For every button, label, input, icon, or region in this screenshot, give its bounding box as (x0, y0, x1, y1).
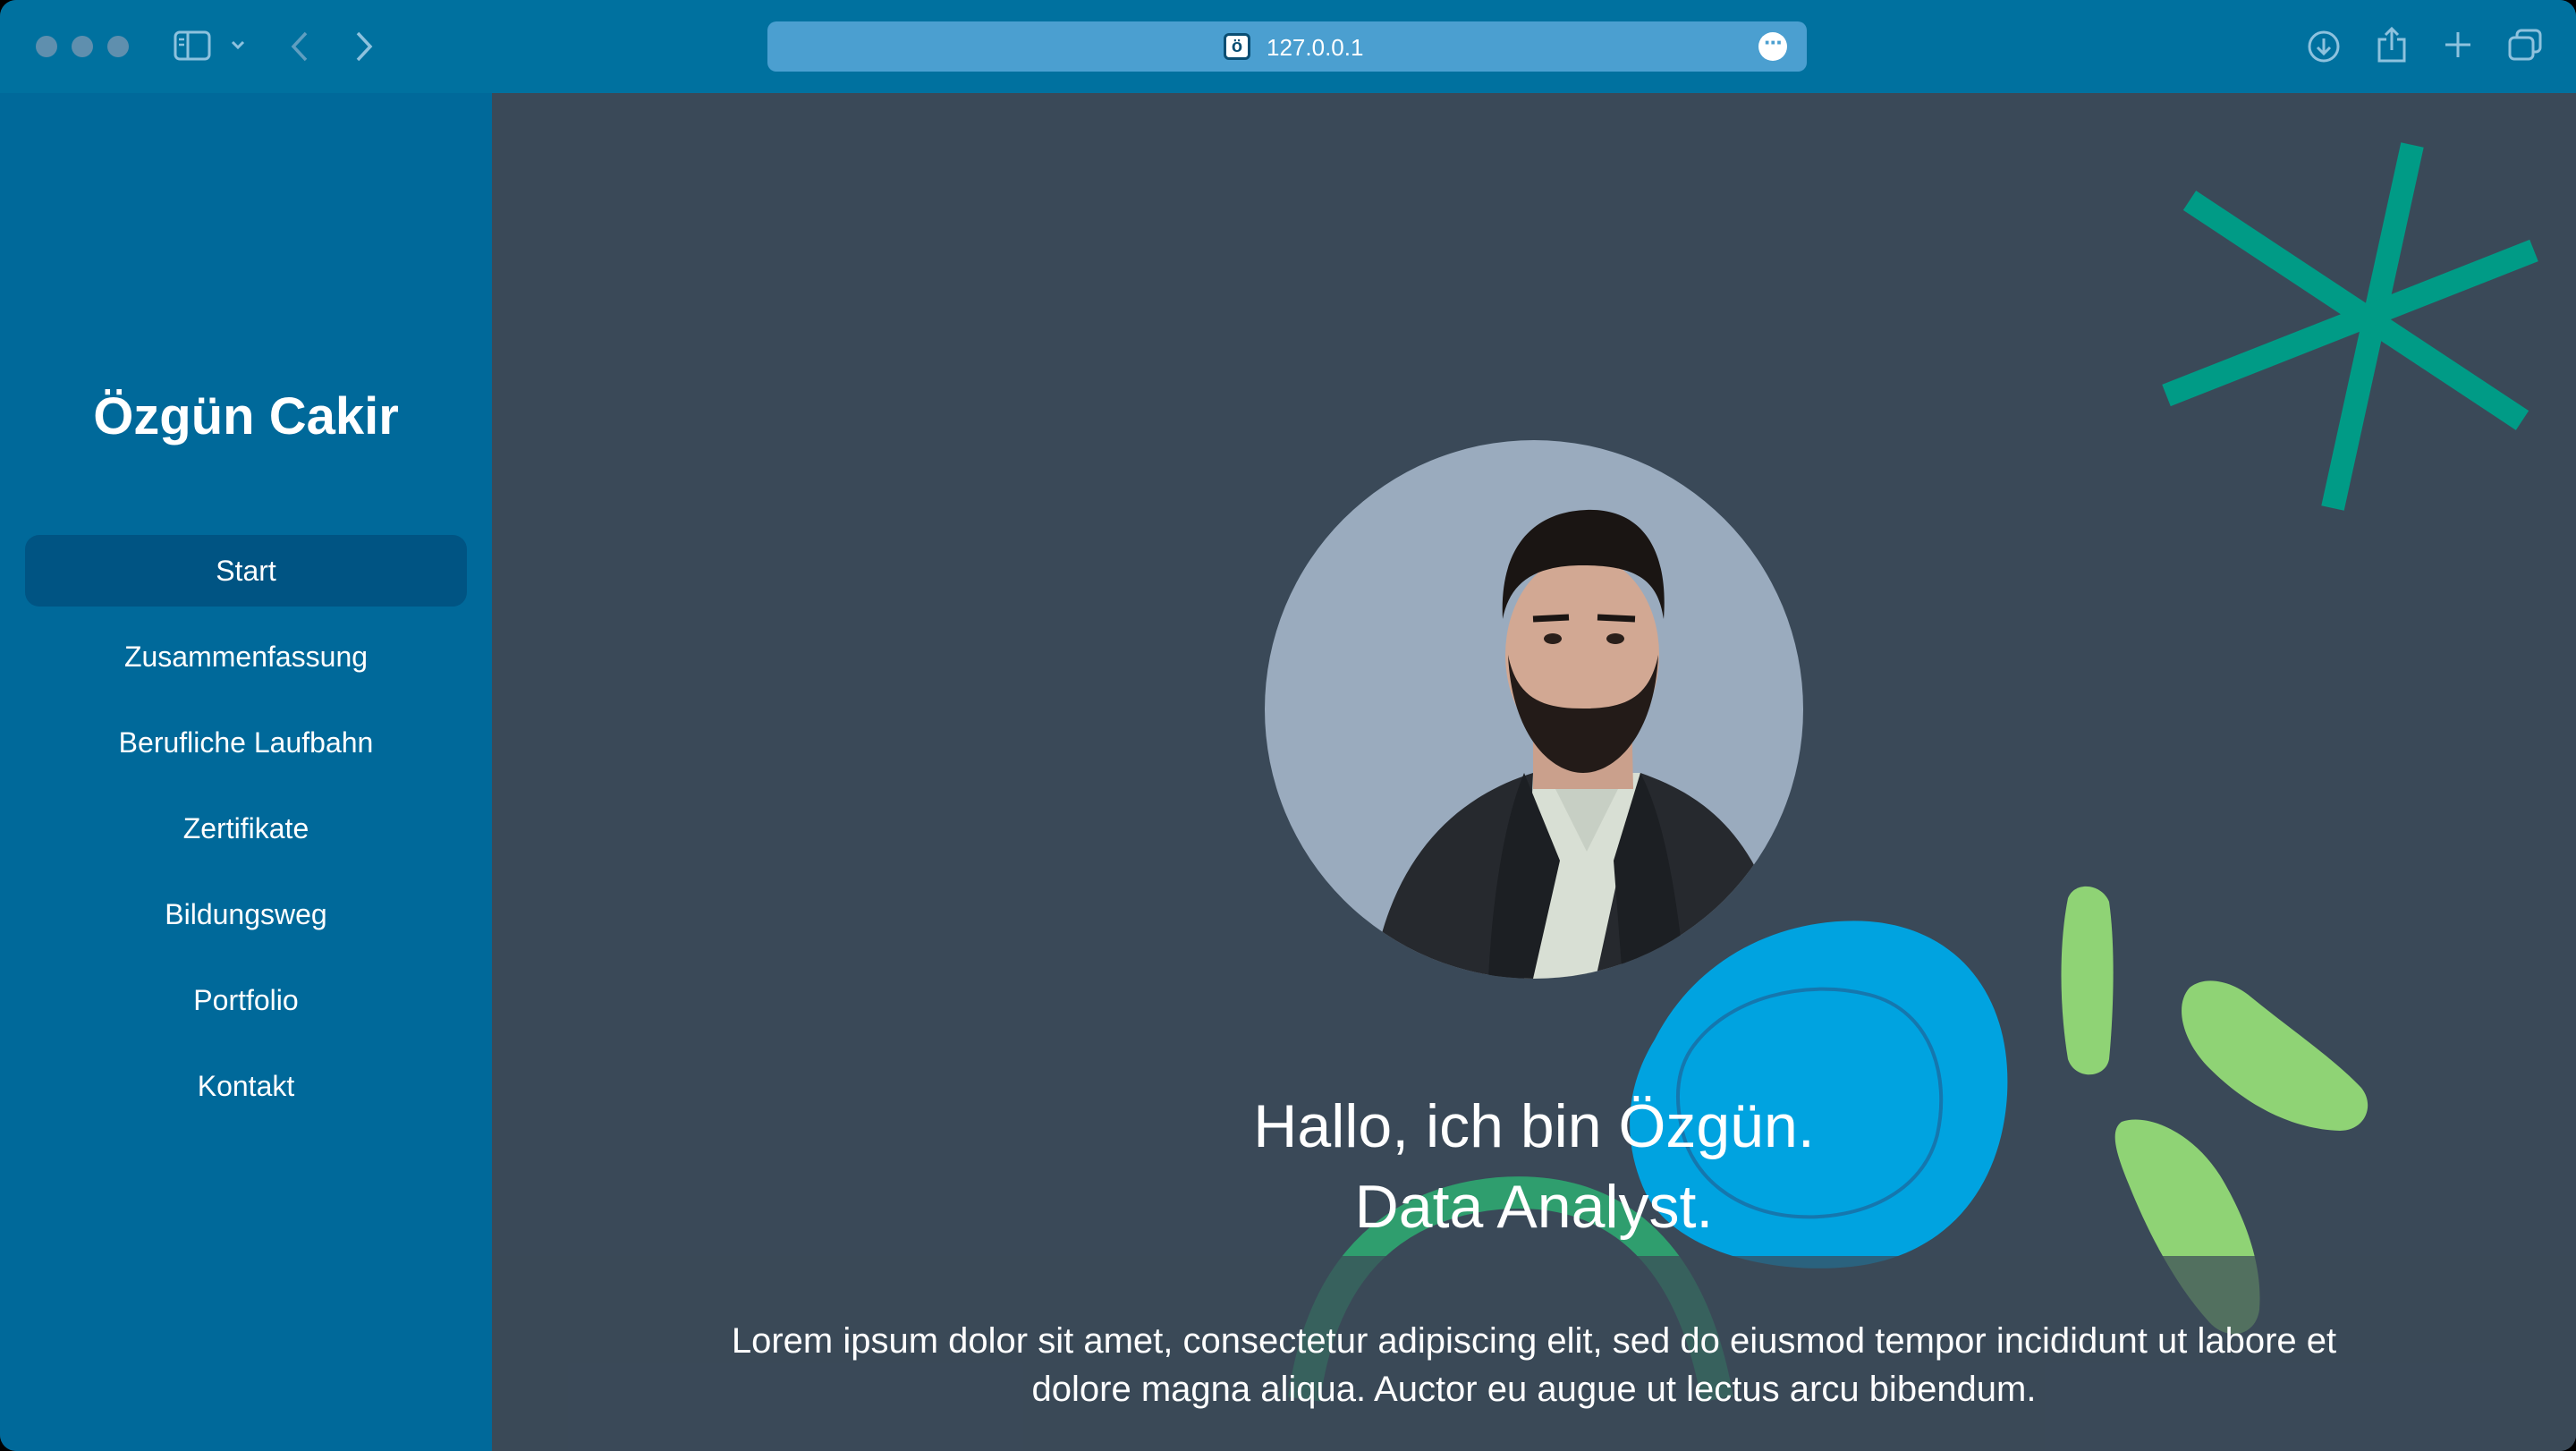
browser-toolbar: ö 127.0.0.1 ··· (0, 0, 2576, 93)
download-icon[interactable] (2306, 29, 2342, 64)
chevron-left-icon[interactable] (290, 30, 309, 63)
close-window-button[interactable] (36, 36, 57, 57)
sidebar-nav: Start Zusammenfassung Berufliche Laufbah… (25, 535, 467, 1136)
nav-item-kontakt[interactable]: Kontakt (25, 1050, 467, 1122)
leaf-shape (2061, 886, 2114, 1075)
nav-item-portfolio[interactable]: Portfolio (25, 964, 467, 1036)
address-bar[interactable]: ö 127.0.0.1 ··· (767, 21, 1807, 72)
url-text[interactable]: 127.0.0.1 (1267, 34, 1363, 61)
zoom-window-button[interactable] (107, 36, 129, 57)
share-icon[interactable] (2376, 25, 2408, 64)
hero-title: Hallo, ich bin Özgün. Data Analyst. (492, 1086, 2576, 1247)
asterisk-shape (2162, 142, 2538, 511)
chevron-down-icon[interactable] (231, 39, 245, 50)
hero-role: Data Analyst. (1354, 1172, 1714, 1241)
profile-photo (1265, 440, 1803, 979)
nav-item-bildungsweg[interactable]: Bildungsweg (25, 878, 467, 950)
hero-greeting: Hallo, ich bin Özgün. (1253, 1091, 1815, 1160)
minimize-window-button[interactable] (72, 36, 93, 57)
hero-section: Hallo, ich bin Özgün. Data Analyst. Lore… (492, 93, 2576, 1451)
more-icon[interactable]: ··· (1758, 30, 1787, 61)
tabs-overview-icon[interactable] (2506, 27, 2544, 63)
nav-item-berufliche-laufbahn[interactable]: Berufliche Laufbahn (25, 707, 467, 778)
nav-item-zusammenfassung[interactable]: Zusammenfassung (25, 621, 467, 692)
site-title[interactable]: Özgün Cakir (0, 381, 492, 453)
person-illustration (1372, 509, 1792, 979)
plus-icon[interactable] (2442, 29, 2474, 61)
nav-item-start[interactable]: Start (25, 535, 467, 607)
hero-description: Lorem ipsum dolor sit amet, consectetur … (731, 1321, 2337, 1409)
chevron-right-icon[interactable] (354, 30, 374, 63)
browser-window: ö 127.0.0.1 ··· Özgün Cakir Start Zusamm… (0, 0, 2576, 1451)
sidebar: Özgün Cakir Start Zusammenfassung Berufl… (0, 93, 492, 1451)
sidebar-icon[interactable] (174, 30, 211, 61)
site-favicon: ö (1224, 33, 1250, 60)
nav-item-zertifikate[interactable]: Zertifikate (25, 793, 467, 864)
